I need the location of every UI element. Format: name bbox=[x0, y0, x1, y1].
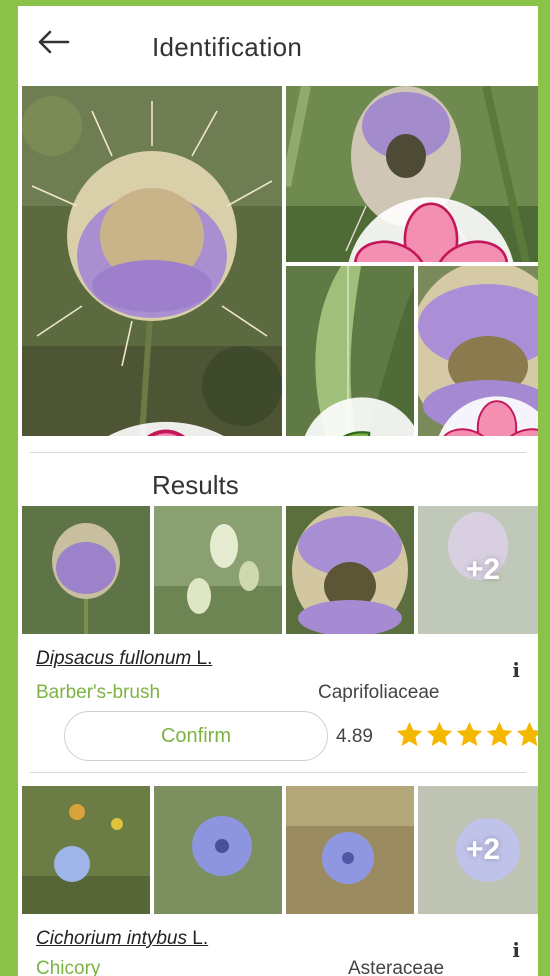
result-1-common-name: Barber's-brush bbox=[36, 682, 161, 703]
frame-left bbox=[0, 6, 18, 976]
query-photo-main[interactable] bbox=[22, 86, 282, 436]
query-photo-2[interactable] bbox=[286, 86, 538, 262]
star-icon bbox=[396, 721, 423, 746]
frame-right bbox=[538, 0, 550, 976]
result-2-species: Cichorium intybus bbox=[36, 928, 187, 949]
result-1-author: L. bbox=[196, 648, 213, 669]
page-title: Identification bbox=[152, 32, 303, 62]
result-1-family: Caprifoliaceae bbox=[318, 682, 440, 703]
star-icon bbox=[456, 721, 483, 746]
result-2-thumb-3[interactable] bbox=[286, 786, 414, 914]
flower-icon bbox=[108, 421, 224, 436]
result-1-info-button[interactable]: i bbox=[512, 658, 520, 682]
result-1-score: 4.89 bbox=[336, 726, 373, 747]
result-2-more-thumb[interactable]: +2 bbox=[418, 786, 538, 914]
section-divider bbox=[30, 452, 526, 453]
result-2-scientific-name[interactable]: Cichorium intybus L. bbox=[36, 928, 208, 950]
results-title: Results bbox=[152, 470, 239, 500]
result-2-info-button[interactable]: i bbox=[512, 938, 520, 962]
flower-icon bbox=[348, 197, 514, 262]
confirm-button[interactable]: Confirm bbox=[64, 711, 328, 761]
identification-screen: Identification Results +2 Dipsacus fullo… bbox=[18, 6, 538, 976]
query-photo-4[interactable] bbox=[418, 266, 538, 436]
star-icon bbox=[426, 721, 453, 746]
result-1-thumb-3[interactable] bbox=[286, 506, 414, 634]
result-2-family: Asteraceae bbox=[348, 958, 445, 976]
query-photo-3[interactable] bbox=[286, 266, 414, 436]
result-1-thumb-1[interactable] bbox=[22, 506, 150, 634]
star-icon bbox=[486, 721, 513, 746]
arrow-left-icon bbox=[38, 30, 70, 54]
star-icon bbox=[516, 721, 538, 746]
result-2-thumb-1[interactable] bbox=[22, 786, 150, 914]
result-1-more-thumb[interactable]: +2 bbox=[418, 506, 538, 634]
result-2-author: L. bbox=[192, 928, 209, 949]
result-2-common-name: Chicory bbox=[36, 958, 101, 976]
app-header: Identification bbox=[18, 6, 538, 86]
leaf-icon bbox=[304, 397, 414, 436]
result-1-thumb-2[interactable] bbox=[154, 506, 282, 634]
result-1-species: Dipsacus fullonum bbox=[36, 648, 192, 669]
result-2-thumb-2[interactable] bbox=[154, 786, 282, 914]
result-1-scientific-name[interactable]: Dipsacus fullonum L. bbox=[36, 648, 212, 670]
more-photos-count: +2 bbox=[418, 506, 538, 634]
result-divider bbox=[30, 772, 526, 773]
flower-icon bbox=[438, 396, 538, 436]
more-photos-count: +2 bbox=[418, 786, 538, 914]
rating-stars bbox=[395, 720, 538, 750]
back-button[interactable] bbox=[32, 22, 76, 62]
